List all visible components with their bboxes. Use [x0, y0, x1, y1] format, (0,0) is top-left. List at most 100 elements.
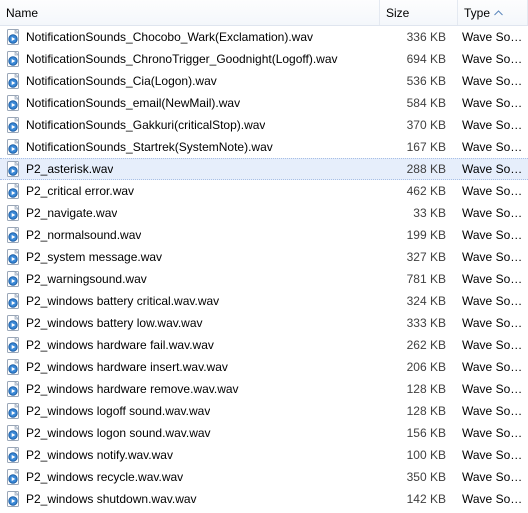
wav-file-icon — [6, 359, 22, 375]
table-row[interactable]: P2_windows hardware remove.wav.wav 128 K… — [0, 378, 528, 400]
wav-file-icon — [6, 29, 22, 45]
file-type: Wave Sound — [456, 272, 526, 286]
file-type: Wave Sound — [456, 382, 526, 396]
file-name: P2_windows logoff sound.wav.wav — [26, 404, 210, 418]
wav-file-icon — [6, 117, 22, 133]
file-type: Wave Sound — [456, 360, 526, 374]
file-size: 128 KB — [378, 382, 456, 396]
column-size-label: Size — [386, 6, 409, 20]
table-row[interactable]: P2_normalsound.wav 199 KB Wave Sound — [0, 224, 528, 246]
file-size: 100 KB — [378, 448, 456, 462]
file-size: 262 KB — [378, 338, 456, 352]
file-size: 327 KB — [378, 250, 456, 264]
column-type-label: Type — [464, 6, 490, 20]
table-row[interactable]: NotificationSounds_email(NewMail).wav 58… — [0, 92, 528, 114]
table-row[interactable]: P2_navigate.wav 33 KB Wave Sound — [0, 202, 528, 224]
column-type[interactable]: Type — [458, 0, 528, 25]
table-row[interactable]: P2_windows recycle.wav.wav 350 KB Wave S… — [0, 466, 528, 488]
table-row[interactable]: P2_system message.wav 327 KB Wave Sound — [0, 246, 528, 268]
file-type: Wave Sound — [456, 250, 526, 264]
file-size: 142 KB — [378, 492, 456, 506]
table-row[interactable]: NotificationSounds_Chocobo_Wark(Exclamat… — [0, 26, 528, 48]
file-name: P2_windows hardware remove.wav.wav — [26, 382, 239, 396]
file-size: 206 KB — [378, 360, 456, 374]
file-type: Wave Sound — [456, 426, 526, 440]
wav-file-icon — [6, 425, 22, 441]
wav-file-icon — [6, 271, 22, 287]
table-row[interactable]: P2_critical error.wav 462 KB Wave Sound — [0, 180, 528, 202]
file-size: 694 KB — [378, 52, 456, 66]
column-name[interactable]: Name — [0, 0, 380, 25]
file-name: P2_warningsound.wav — [26, 272, 147, 286]
column-size[interactable]: Size — [380, 0, 458, 25]
table-row[interactable]: P2_windows hardware fail.wav.wav 262 KB … — [0, 334, 528, 356]
file-size: 584 KB — [378, 96, 456, 110]
file-name: P2_asterisk.wav — [26, 162, 113, 176]
wav-file-icon — [6, 469, 22, 485]
file-size: 167 KB — [378, 140, 456, 154]
file-type: Wave Sound — [456, 338, 526, 352]
file-name: NotificationSounds_email(NewMail).wav — [26, 96, 240, 110]
table-row[interactable]: P2_windows battery critical.wav.wav 324 … — [0, 290, 528, 312]
file-type: Wave Sound — [456, 74, 526, 88]
table-row[interactable]: P2_windows logon sound.wav.wav 156 KB Wa… — [0, 422, 528, 444]
file-size: 370 KB — [378, 118, 456, 132]
file-size: 288 KB — [378, 162, 456, 176]
file-name: P2_normalsound.wav — [26, 228, 141, 242]
file-type: Wave Sound — [456, 52, 526, 66]
file-name: NotificationSounds_Gakkuri(criticalStop)… — [26, 118, 265, 132]
table-row[interactable]: NotificationSounds_Gakkuri(criticalStop)… — [0, 114, 528, 136]
file-type: Wave Sound — [456, 470, 526, 484]
table-row[interactable]: NotificationSounds_Cia(Logon).wav 536 KB… — [0, 70, 528, 92]
table-row[interactable]: P2_warningsound.wav 781 KB Wave Sound — [0, 268, 528, 290]
table-row[interactable]: P2_windows hardware insert.wav.wav 206 K… — [0, 356, 528, 378]
file-list[interactable]: NotificationSounds_Chocobo_Wark(Exclamat… — [0, 26, 528, 510]
wav-file-icon — [6, 95, 22, 111]
table-row[interactable]: P2_asterisk.wav 288 KB Wave Sound — [0, 158, 528, 180]
wav-file-icon — [6, 51, 22, 67]
file-size: 536 KB — [378, 74, 456, 88]
wav-file-icon — [6, 205, 22, 221]
wav-file-icon — [6, 227, 22, 243]
file-name: P2_windows shutdown.wav.wav — [26, 492, 197, 506]
file-name: P2_windows logon sound.wav.wav — [26, 426, 211, 440]
wav-file-icon — [6, 447, 22, 463]
wav-file-icon — [6, 337, 22, 353]
table-row[interactable]: P2_windows shutdown.wav.wav 142 KB Wave … — [0, 488, 528, 510]
file-size: 324 KB — [378, 294, 456, 308]
table-row[interactable]: P2_windows battery low.wav.wav 333 KB Wa… — [0, 312, 528, 334]
file-name: P2_windows battery low.wav.wav — [26, 316, 203, 330]
file-size: 156 KB — [378, 426, 456, 440]
file-type: Wave Sound — [456, 118, 526, 132]
file-name: NotificationSounds_Startrek(SystemNote).… — [26, 140, 273, 154]
file-size: 128 KB — [378, 404, 456, 418]
wav-file-icon — [6, 73, 22, 89]
wav-file-icon — [6, 403, 22, 419]
file-type: Wave Sound — [456, 206, 526, 220]
wav-file-icon — [6, 249, 22, 265]
file-type: Wave Sound — [456, 448, 526, 462]
file-type: Wave Sound — [456, 228, 526, 242]
file-name: NotificationSounds_Chocobo_Wark(Exclamat… — [26, 30, 313, 44]
file-size: 333 KB — [378, 316, 456, 330]
file-name: P2_navigate.wav — [26, 206, 117, 220]
file-name: NotificationSounds_ChronoTrigger_Goodnig… — [26, 52, 338, 66]
file-name: P2_windows hardware insert.wav.wav — [26, 360, 228, 374]
wav-file-icon — [6, 139, 22, 155]
file-size: 199 KB — [378, 228, 456, 242]
table-row[interactable]: NotificationSounds_ChronoTrigger_Goodnig… — [0, 48, 528, 70]
file-type: Wave Sound — [456, 184, 526, 198]
wav-file-icon — [6, 161, 22, 177]
table-row[interactable]: P2_windows notify.wav.wav 100 KB Wave So… — [0, 444, 528, 466]
wav-file-icon — [6, 293, 22, 309]
wav-file-icon — [6, 491, 22, 507]
file-type: Wave Sound — [456, 492, 526, 506]
file-name: P2_system message.wav — [26, 250, 162, 264]
wav-file-icon — [6, 315, 22, 331]
file-name: P2_critical error.wav — [26, 184, 134, 198]
table-row[interactable]: NotificationSounds_Startrek(SystemNote).… — [0, 136, 528, 158]
file-size: 350 KB — [378, 470, 456, 484]
table-row[interactable]: P2_windows logoff sound.wav.wav 128 KB W… — [0, 400, 528, 422]
file-name: P2_windows battery critical.wav.wav — [26, 294, 219, 308]
file-type: Wave Sound — [456, 96, 526, 110]
